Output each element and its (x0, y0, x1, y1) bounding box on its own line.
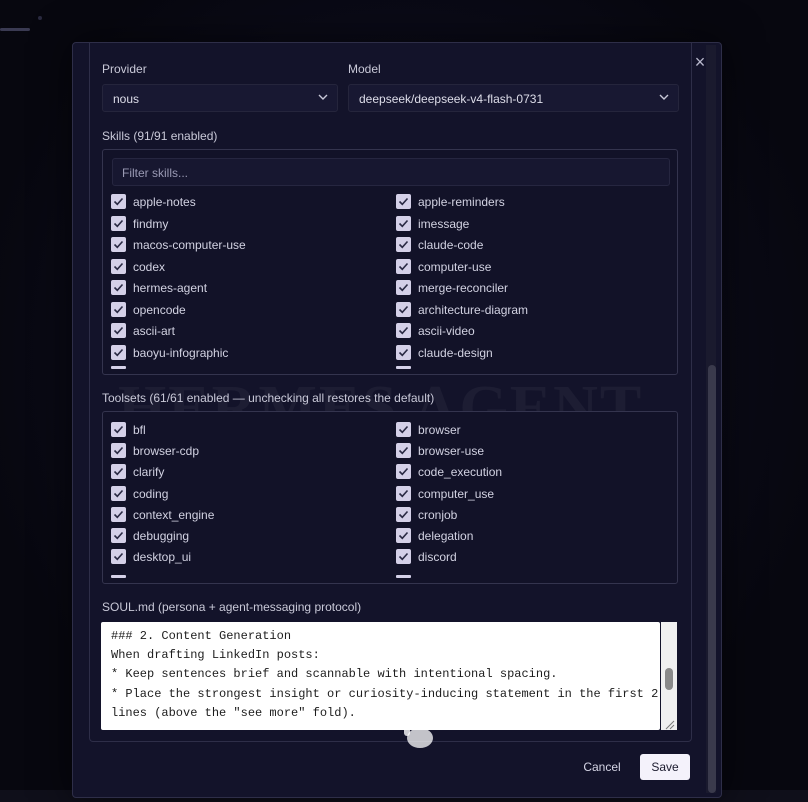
checkbox-label: claude-design (418, 345, 493, 360)
soul-line: * Keep sentences brief and scannable wit… (111, 667, 558, 681)
checkbox-checked-icon[interactable] (396, 237, 411, 252)
checkbox-partial (111, 366, 126, 369)
checkbox-checked-icon[interactable] (396, 464, 411, 480)
checkbox-checked-icon[interactable] (396, 215, 411, 231)
checkbox-checked-icon[interactable] (111, 194, 126, 209)
checkbox-label: coding (133, 486, 169, 501)
checkbox-checked-icon[interactable] (111, 344, 126, 360)
checkbox-checked-icon[interactable] (396, 506, 411, 522)
checkbox-label: browser-cdp (133, 444, 200, 459)
checkbox-checked-icon[interactable] (396, 528, 411, 543)
checkbox-label: clarify (133, 465, 165, 480)
provider-label: Provider (102, 62, 147, 76)
chevron-down-icon (659, 94, 669, 100)
checkbox-checked-icon[interactable] (396, 323, 411, 338)
checkbox-checked-icon[interactable] (111, 464, 126, 480)
soul-line: * Place the strongest insight or curiosi… (111, 687, 659, 701)
checkbox-label: hermes-agent (133, 281, 208, 295)
chevron-down-icon (318, 94, 328, 100)
checkbox-label: debugging (133, 529, 190, 543)
checkbox-label: discord (418, 550, 457, 565)
checkbox-checked-icon[interactable] (111, 280, 126, 295)
provider-select[interactable]: nous (102, 84, 338, 112)
checkbox-label: cronjob (418, 507, 458, 522)
checkbox-label: claude-code (418, 238, 484, 252)
agent-settings-dialog: HERMES AGENT × Provider Model nous deeps… (72, 42, 722, 798)
checkbox-partial (111, 575, 126, 578)
checkbox-checked-icon[interactable] (111, 301, 126, 317)
checkbox-label: apple-notes (133, 195, 196, 209)
toolsets-box: bfl browser-cdp clarify coding context_engin… (102, 411, 678, 584)
soul-line: ### 2. Content Generation (111, 629, 292, 643)
checkbox-partial (396, 575, 411, 578)
checkbox-label: computer-use (418, 259, 492, 274)
skills-box: Filter skills... apple-notes findmy macos-… (102, 149, 678, 375)
cancel-button[interactable]: Cancel (573, 754, 631, 780)
checkbox-label: browser (418, 423, 461, 437)
checkbox-checked-icon[interactable] (111, 549, 126, 565)
background-tab-indicator (0, 28, 30, 31)
dialog-scrollbar-thumb[interactable] (708, 365, 716, 793)
checkbox-label: macos-computer-use (133, 238, 246, 252)
checkbox-label: imessage (418, 216, 470, 231)
soul-label: SOUL.md (persona + agent-messaging proto… (102, 600, 362, 614)
hand-cursor-icon (404, 716, 433, 748)
checkbox-checked-icon[interactable] (111, 323, 126, 338)
checkbox-label: apple-reminders (418, 195, 505, 209)
checkbox-checked-icon[interactable] (396, 280, 411, 295)
skills-filter-placeholder: Filter skills... (122, 166, 188, 180)
model-value: deepseek/deepseek-v4-flash-0731 (359, 92, 544, 106)
checkbox-checked-icon[interactable] (396, 194, 411, 209)
checkbox-checked-icon[interactable] (396, 443, 411, 459)
checkbox-label: code_execution (418, 465, 503, 480)
checkbox-checked-icon[interactable] (111, 506, 126, 522)
checkbox-checked-icon[interactable] (396, 549, 411, 565)
resize-handle-icon[interactable] (663, 718, 675, 730)
checkbox-label: merge-reconciler (418, 281, 509, 295)
checkbox-checked-icon[interactable] (396, 258, 411, 274)
checkbox-label: findmy (133, 216, 169, 231)
checkbox-checked-icon[interactable] (111, 237, 126, 252)
checkbox-partial (396, 366, 411, 369)
model-select[interactable]: deepseek/deepseek-v4-flash-0731 (348, 84, 679, 112)
skills-label: Skills (91/91 enabled) (102, 129, 218, 143)
checkbox-label: computer_use (418, 486, 495, 501)
checkbox-checked-icon[interactable] (111, 485, 126, 501)
checkbox-checked-icon[interactable] (111, 422, 126, 437)
provider-value: nous (113, 92, 140, 106)
checkbox-checked-icon[interactable] (396, 422, 411, 437)
checkbox-checked-icon[interactable] (396, 301, 411, 317)
checkbox-label: architecture-diagram (418, 302, 529, 317)
checkbox-label: ascii-art (133, 324, 176, 338)
checkbox-label: delegation (418, 529, 474, 543)
checkbox-label: codex (133, 259, 166, 274)
toolsets-label: Toolsets (61/61 enabled — unchecking all… (102, 391, 435, 405)
soul-scrollbar-thumb[interactable] (665, 668, 673, 690)
checkbox-label: baoyu-infographic (133, 345, 229, 360)
checkbox-label: browser-use (418, 444, 485, 459)
save-button[interactable]: Save (640, 754, 690, 780)
checkbox-checked-icon[interactable] (396, 344, 411, 360)
checkbox-label: ascii-video (418, 324, 475, 338)
model-label: Model (348, 62, 381, 76)
checkbox-label: desktop_ui (133, 550, 192, 565)
soul-line: lines (above the "see more" fold). (111, 706, 356, 720)
checkbox-checked-icon[interactable] (396, 485, 411, 501)
soul-textarea[interactable]: ### 2. Content Generation When drafting … (101, 622, 660, 730)
soul-line: When drafting LinkedIn posts: (111, 648, 320, 662)
checkbox-label: bfl (133, 423, 146, 437)
checkbox-checked-icon[interactable] (111, 258, 126, 274)
skills-filter-input[interactable]: Filter skills... (112, 158, 670, 186)
checkbox-checked-icon[interactable] (111, 443, 126, 459)
background-dot (38, 16, 42, 20)
checkbox-label: opencode (133, 302, 186, 317)
checkbox-checked-icon[interactable] (111, 215, 126, 231)
checkbox-checked-icon[interactable] (111, 528, 126, 543)
close-button[interactable]: × (692, 53, 708, 71)
checkbox-label: context_engine (133, 507, 215, 522)
